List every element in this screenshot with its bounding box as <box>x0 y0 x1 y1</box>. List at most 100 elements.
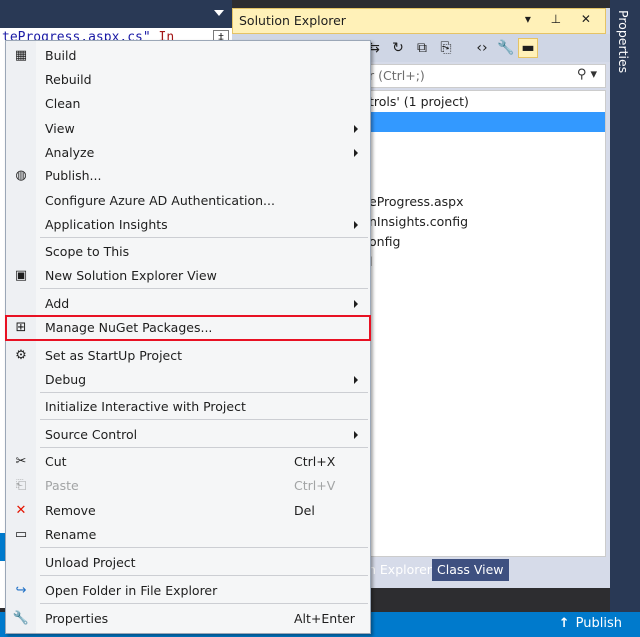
tab-solution-explorer[interactable]: n Explorer <box>363 559 437 581</box>
menu-item-new-solution-explorer-view[interactable]: ▣ New Solution Explorer View <box>6 264 370 288</box>
menu-item-rename[interactable]: ▭ Rename <box>6 523 370 547</box>
menu-item-set-startup-project[interactable]: ⚙ Set as StartUp Project <box>6 344 370 368</box>
menu-separator <box>40 237 368 238</box>
tree-item[interactable]: trols' (1 project) <box>369 92 469 112</box>
menu-item-label: Clean <box>45 96 81 111</box>
tab-class-view[interactable]: Class View <box>432 559 509 581</box>
menu-item-label: Rebuild <box>45 72 92 87</box>
menu-item-label: View <box>45 121 75 136</box>
solution-explorer-titlebar: Solution Explorer ▾ ⊥ ✕ <box>232 8 606 34</box>
globe-icon: ◍ <box>15 168 27 183</box>
menu-item-source-control[interactable]: Source Control <box>6 423 370 447</box>
properties-wrench-icon[interactable]: 🔧 <box>496 38 516 58</box>
panel-title: Solution Explorer <box>239 13 346 28</box>
menu-separator <box>40 547 368 548</box>
menu-item-label: Rename <box>45 527 97 542</box>
rename-icon: ▭ <box>14 527 28 542</box>
menu-item-label: Unload Project <box>45 555 136 570</box>
menu-item-label: Set as StartUp Project <box>45 348 183 363</box>
tree-item[interactable]: eProgress.aspx <box>369 192 464 212</box>
menu-item-publish[interactable]: ◍ Publish... <box>6 164 370 188</box>
new-view-icon: ▣ <box>14 268 28 283</box>
editor-tab-strip <box>0 0 232 28</box>
menu-separator <box>40 603 368 604</box>
menu-item-label: Properties <box>45 611 109 626</box>
menu-item-label: Manage NuGet Packages... <box>45 320 213 335</box>
menu-item-label: Debug <box>45 372 87 387</box>
menu-separator <box>40 447 368 448</box>
project-context-menu: ▦ Build Rebuild Clean View Analyze ◍ Pub… <box>5 40 371 634</box>
tree-item[interactable]: nInsights.config <box>369 212 468 232</box>
menu-item-application-insights[interactable]: Application Insights <box>6 213 370 237</box>
menu-separator <box>40 419 368 420</box>
remove-x-icon: ✕ <box>15 503 27 518</box>
tree-item[interactable]: onfig <box>369 232 400 252</box>
submenu-arrow-icon <box>354 221 358 229</box>
panel-window-controls[interactable]: ▾ ⊥ ✕ <box>525 12 599 26</box>
menu-item-label: New Solution Explorer View <box>45 268 217 283</box>
submenu-arrow-icon <box>354 149 358 157</box>
menu-item-debug[interactable]: Debug <box>6 368 370 392</box>
menu-item-label: Initialize Interactive with Project <box>45 399 246 414</box>
menu-separator <box>40 392 368 393</box>
publish-arrow-icon: ↑ <box>558 616 570 631</box>
menu-item-build[interactable]: ▦ Build <box>6 44 370 68</box>
publish-label: Publish <box>575 616 622 631</box>
scissors-icon: ✂ <box>15 454 27 469</box>
menu-item-label: Paste <box>45 478 79 493</box>
menu-item-label: Add <box>45 296 70 311</box>
menu-item-add[interactable]: Add <box>6 292 370 316</box>
menu-separator <box>40 575 368 576</box>
menu-item-label: Scope to This <box>45 244 130 259</box>
menu-item-analyze[interactable]: Analyze <box>6 141 370 165</box>
menu-item-remove[interactable]: ✕ Remove Del <box>6 499 370 523</box>
menu-item-initialize-interactive[interactable]: Initialize Interactive with Project <box>6 395 370 419</box>
menu-item-manage-nuget-packages[interactable]: ⊞ Manage NuGet Packages... <box>5 315 371 341</box>
submenu-arrow-icon <box>354 376 358 384</box>
menu-item-label: Analyze <box>45 145 95 160</box>
search-placeholder: r (Ctrl+;) <box>369 68 425 83</box>
menu-item-unload-project[interactable]: Unload Project <box>6 551 370 575</box>
menu-item-configure-azure-ad[interactable]: Configure Azure AD Authentication... <box>6 189 370 213</box>
menu-item-rebuild[interactable]: Rebuild <box>6 68 370 92</box>
menu-item-paste[interactable]: ⎗ Paste Ctrl+V <box>6 474 370 498</box>
menu-item-shortcut: Alt+Enter <box>294 611 355 626</box>
submenu-arrow-icon <box>354 431 358 439</box>
menu-item-cut[interactable]: ✂ Cut Ctrl+X <box>6 450 370 474</box>
menu-item-open-folder-in-file-explorer[interactable]: ↪ Open Folder in File Explorer <box>6 579 370 603</box>
menu-item-label: Source Control <box>45 427 138 442</box>
paste-icon: ⎗ <box>15 478 27 493</box>
publish-status-button[interactable]: ↑ Publish <box>559 616 622 631</box>
open-folder-arrow-icon: ↪ <box>15 583 27 598</box>
menu-item-properties[interactable]: 🔧 Properties Alt+Enter <box>6 607 370 631</box>
build-icon: ▦ <box>14 48 28 63</box>
show-all-files-icon[interactable]: ⎘ <box>436 38 456 58</box>
menu-item-label: Application Insights <box>45 217 168 232</box>
menu-separator <box>40 288 368 289</box>
gear-icon: ⚙ <box>15 348 27 363</box>
preview-selected-icon[interactable]: ▬ <box>518 38 538 58</box>
menu-item-scope-to-this[interactable]: Scope to This <box>6 240 370 264</box>
menu-item-view[interactable]: View <box>6 117 370 141</box>
menu-item-clean[interactable]: Clean <box>6 92 370 116</box>
properties-tab-label: Properties <box>616 10 631 74</box>
wrench-icon: 🔧 <box>12 611 30 626</box>
menu-item-label: Publish... <box>45 168 102 183</box>
submenu-arrow-icon <box>354 300 358 308</box>
view-code-icon[interactable]: ‹› <box>472 38 492 58</box>
nuget-package-icon: ⊞ <box>15 320 27 335</box>
properties-side-tab[interactable]: Properties <box>610 0 640 612</box>
tree-item-selected[interactable] <box>369 112 605 132</box>
menu-item-label: Cut <box>45 454 67 469</box>
collapse-all-icon[interactable]: ⧉ <box>412 38 432 58</box>
menu-item-label: Configure Azure AD Authentication... <box>45 193 275 208</box>
submenu-arrow-icon <box>354 125 358 133</box>
refresh-icon[interactable]: ↻ <box>388 38 408 58</box>
menu-item-shortcut: Ctrl+V <box>294 478 336 493</box>
tab-dropdown-icon[interactable] <box>214 10 224 16</box>
menu-item-shortcut: Ctrl+X <box>294 454 336 469</box>
menu-item-label: Open Folder in File Explorer <box>45 583 218 598</box>
menu-item-label: Build <box>45 48 77 63</box>
menu-item-shortcut: Del <box>294 503 315 518</box>
search-icon[interactable]: ⚲ ▾ <box>577 67 597 82</box>
